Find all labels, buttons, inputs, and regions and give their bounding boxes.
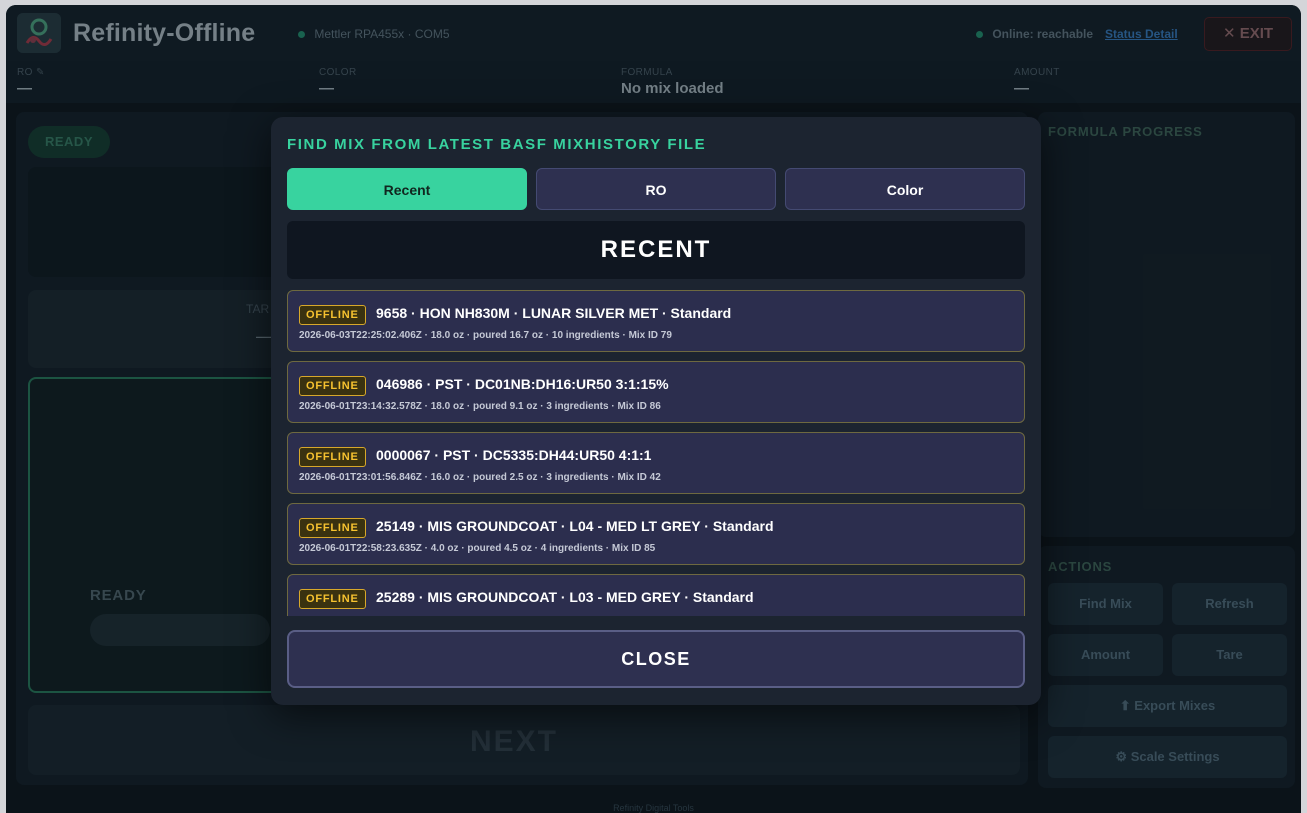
list-item[interactable]: OFFLINE 9658 · HON NH830M · LUNAR SILVER… <box>287 290 1025 352</box>
tab-ro[interactable]: RO <box>536 168 776 210</box>
item-subtitle: 2026-06-01T23:14:32.578Z · 18.0 oz · pou… <box>299 401 661 412</box>
item-title: 25149 · MIS GROUNDCOAT · L04 - MED LT GR… <box>376 518 774 534</box>
list-item[interactable]: OFFLINE 0000067 · PST · DC5335:DH44:UR50… <box>287 432 1025 494</box>
modal-title: FIND MIX FROM LATEST BASF MIXHISTORY FIL… <box>287 136 707 153</box>
tab-color[interactable]: Color <box>785 168 1025 210</box>
list-item[interactable]: OFFLINE 25149 · MIS GROUNDCOAT · L04 - M… <box>287 503 1025 565</box>
item-title: 25289 · MIS GROUNDCOAT · L03 - MED GREY … <box>376 589 754 605</box>
offline-badge: OFFLINE <box>299 518 366 538</box>
item-title: 0000067 · PST · DC5335:DH44:UR50 4:1:1 <box>376 447 652 463</box>
item-subtitle: 2026-06-03T22:25:02.406Z · 18.0 oz · pou… <box>299 330 672 341</box>
item-title: 046986 · PST · DC01NB:DH16:UR50 3:1:15% <box>376 376 669 392</box>
offline-badge: OFFLINE <box>299 447 366 467</box>
offline-badge: OFFLINE <box>299 305 366 325</box>
offline-badge: OFFLINE <box>299 376 366 396</box>
find-mix-modal: FIND MIX FROM LATEST BASF MIXHISTORY FIL… <box>271 117 1041 705</box>
item-subtitle: 2026-06-01T22:58:23.635Z · 4.0 oz · pour… <box>299 543 656 554</box>
item-subtitle: 2026-06-01T23:01:56.846Z · 16.0 oz · pou… <box>299 472 661 483</box>
item-title: 9658 · HON NH830M · LUNAR SILVER MET · S… <box>376 305 732 321</box>
close-button[interactable]: CLOSE <box>287 630 1025 688</box>
list-item[interactable]: OFFLINE 25289 · MIS GROUNDCOAT · L03 - M… <box>287 574 1025 616</box>
list-item[interactable]: OFFLINE 046986 · PST · DC01NB:DH16:UR50 … <box>287 361 1025 423</box>
mix-list[interactable]: OFFLINE 9658 · HON NH830M · LUNAR SILVER… <box>287 290 1027 616</box>
section-heading: RECENT <box>287 221 1025 279</box>
offline-badge: OFFLINE <box>299 589 366 609</box>
tab-recent[interactable]: Recent <box>287 168 527 210</box>
